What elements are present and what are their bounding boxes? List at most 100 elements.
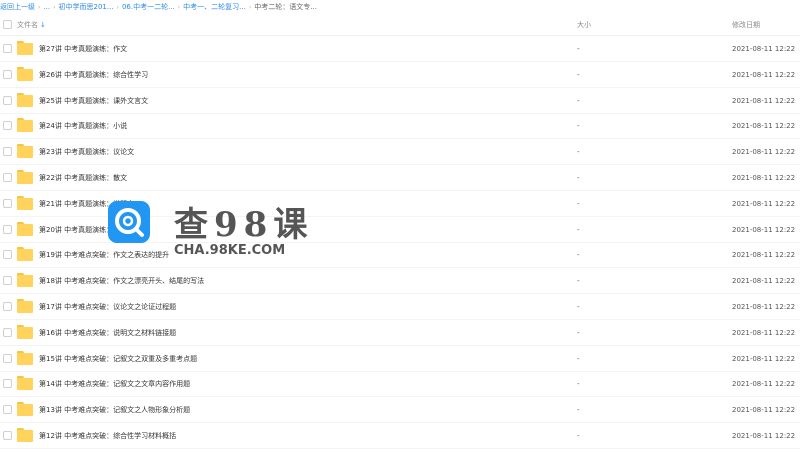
file-date: 2021-08-11 12:22 (732, 225, 796, 234)
file-size: - (577, 199, 580, 208)
file-date: 2021-08-11 12:22 (732, 432, 796, 440)
table-row[interactable]: 第27讲 中考真题演练：作文 - 2021-08-11 12:22 (0, 36, 800, 62)
file-name[interactable]: 第12讲 中考难点突破：综合性学习材料概括 (39, 423, 176, 449)
row-checkbox[interactable] (3, 405, 12, 415)
folder-icon (17, 144, 33, 159)
file-size: - (577, 406, 580, 415)
breadcrumb-separator-icon: › (116, 3, 119, 11)
file-name[interactable]: 第15讲 中考难点突破：记叙文之双重及多重考点题 (39, 346, 197, 372)
breadcrumb-separator-icon: › (38, 3, 41, 11)
file-size: - (577, 432, 580, 440)
file-name[interactable]: 第24讲 中考真题演练：小说 (39, 113, 127, 139)
file-size: - (577, 70, 580, 79)
folder-icon (17, 273, 33, 288)
row-checkbox[interactable] (3, 224, 12, 234)
table-row[interactable]: 第14讲 中考难点突破：记叙文之文章内容作用题 - 2021-08-11 12:22 (0, 371, 800, 398)
file-name[interactable]: 第18讲 中考难点突破：作文之漂亮开头、结尾的写法 (39, 268, 204, 294)
file-date: 2021-08-11 12:22 (732, 96, 796, 105)
folder-icon (17, 428, 33, 442)
row-checkbox[interactable] (3, 250, 12, 260)
table-row[interactable]: 第12讲 中考难点突破：综合性学习材料概括 - 2021-08-11 12:22 (0, 423, 800, 449)
column-header-size[interactable]: 大小 (577, 14, 591, 36)
file-name[interactable]: 第27讲 中考真题演练：作文 (39, 36, 127, 62)
breadcrumb-current: 中考二轮：语文专... (254, 3, 317, 11)
file-date: 2021-08-11 12:22 (732, 174, 796, 182)
column-header-name[interactable]: 文件名 ↓ (17, 14, 46, 36)
table-row[interactable]: 第25讲 中考真题演练：课外文言文 - 2021-08-11 12:22 (0, 88, 800, 114)
table-row[interactable]: 第17讲 中考难点突破：议论文之论证过程题 - 2021-08-11 12:22 (0, 294, 800, 320)
breadcrumb-separator-icon: › (177, 3, 181, 11)
row-checkbox[interactable] (3, 302, 12, 311)
file-date: 2021-08-11 12:22 (732, 354, 796, 363)
breadcrumb-link[interactable]: 中考一、二轮复习... (183, 2, 246, 12)
row-checkbox[interactable] (3, 198, 12, 208)
file-name[interactable]: 第17讲 中考难点突破：议论文之论证过程题 (39, 294, 176, 320)
file-date: 2021-08-11 12:22 (732, 70, 796, 79)
row-checkbox[interactable] (3, 121, 12, 131)
file-size: - (577, 96, 580, 105)
watermark-title: 查98课 (174, 205, 314, 245)
file-size: - (577, 45, 580, 53)
folder-icon (17, 350, 33, 365)
folder-icon (17, 221, 33, 236)
file-name[interactable]: 第16讲 中考难点突破：说明文之材料链接题 (39, 320, 176, 346)
row-checkbox[interactable] (3, 276, 12, 286)
file-date: 2021-08-11 12:22 (732, 199, 796, 208)
table-row[interactable]: 第15讲 中考难点突破：记叙文之双重及多重考点题 - 2021-08-11 12:2… (0, 346, 800, 372)
file-date: 2021-08-11 12:22 (732, 303, 796, 311)
table-row[interactable]: 第13讲 中考难点突破：记叙文之人物形象分析题 - 2021-08-11 12:22 (0, 397, 800, 424)
breadcrumb: 返回上一级 ›... › 初中学而思201... › 06.中考一二轮... › 中考一、二轮… (0, 0, 800, 14)
table-row[interactable]: 第23讲 中考真题演练：议论文 - 2021-08-11 12:22 (0, 139, 800, 166)
back-link[interactable]: 返回上一级 (0, 2, 35, 12)
table-row[interactable]: 第26讲 中考真题演练：综合性学习 - 2021-08-11 12:22 (0, 62, 800, 88)
row-checkbox[interactable] (3, 147, 12, 157)
folder-icon (17, 118, 33, 133)
table-row[interactable]: 第18讲 中考难点突破：作文之漂亮开头、结尾的写法 - 2021-08-11 12:… (0, 268, 800, 295)
file-name[interactable]: 第14讲 中考难点突破：记叙文之文章内容作用题 (39, 371, 190, 397)
file-size: - (577, 174, 580, 182)
breadcrumb-separator-icon: › (53, 3, 56, 11)
file-size: - (577, 122, 580, 131)
row-checkbox[interactable] (3, 379, 12, 389)
file-date: 2021-08-11 12:22 (732, 380, 796, 389)
row-checkbox[interactable] (3, 353, 12, 363)
watermark: 查98课 CHA.98KE.COM (108, 195, 318, 265)
breadcrumb-link[interactable]: ... (43, 3, 50, 11)
file-name[interactable]: 第26讲 中考真题演练：综合性学习 (39, 62, 148, 88)
row-checkbox[interactable] (3, 173, 12, 182)
sort-down-icon[interactable]: ↓ (40, 21, 46, 29)
table-row[interactable]: 第24讲 中考真题演练：小说 - 2021-08-11 12:22 (0, 113, 800, 140)
file-date: 2021-08-11 12:22 (732, 251, 796, 260)
file-date: 2021-08-11 12:22 (732, 122, 796, 131)
folder-icon (17, 41, 33, 55)
row-checkbox[interactable] (3, 44, 12, 53)
folder-icon (17, 247, 33, 262)
breadcrumb-separator-icon: › (248, 3, 252, 11)
file-name[interactable]: 第22讲 中考真题演练：散文 (39, 165, 127, 191)
watermark-url: CHA.98KE.COM (174, 243, 286, 258)
table-row[interactable]: 第22讲 中考真题演练：散文 - 2021-08-11 12:22 (0, 165, 800, 191)
row-checkbox[interactable] (3, 431, 12, 440)
file-name[interactable]: 第23讲 中考真题演练：议论文 (39, 139, 134, 165)
folder-icon (17, 402, 33, 417)
folder-icon (17, 324, 33, 339)
file-size: - (577, 354, 580, 363)
file-name[interactable]: 第25讲 中考真题演练：课外文言文 (39, 88, 148, 114)
column-header-date[interactable]: 修改日期 (732, 14, 760, 36)
row-checkbox[interactable] (3, 69, 12, 79)
folder-icon (17, 92, 33, 107)
file-size: - (577, 251, 580, 260)
table-row[interactable]: 第16讲 中考难点突破：说明文之材料链接题 - 2021-08-11 12:22 (0, 320, 800, 346)
row-checkbox[interactable] (3, 95, 12, 105)
file-date: 2021-08-11 12:22 (732, 406, 796, 415)
breadcrumb-link[interactable]: 初中学而思201... (59, 2, 114, 12)
row-checkbox[interactable] (3, 327, 12, 337)
file-size: - (577, 328, 580, 337)
folder-icon (17, 170, 33, 184)
breadcrumb-link[interactable]: 06.中考一二轮... (122, 2, 175, 12)
file-name[interactable]: 第13讲 中考难点突破：记叙文之人物形象分析题 (39, 397, 190, 423)
select-all-checkbox[interactable] (3, 20, 12, 29)
file-size: - (577, 148, 580, 157)
folder-icon (17, 195, 33, 210)
folder-icon (17, 376, 33, 391)
